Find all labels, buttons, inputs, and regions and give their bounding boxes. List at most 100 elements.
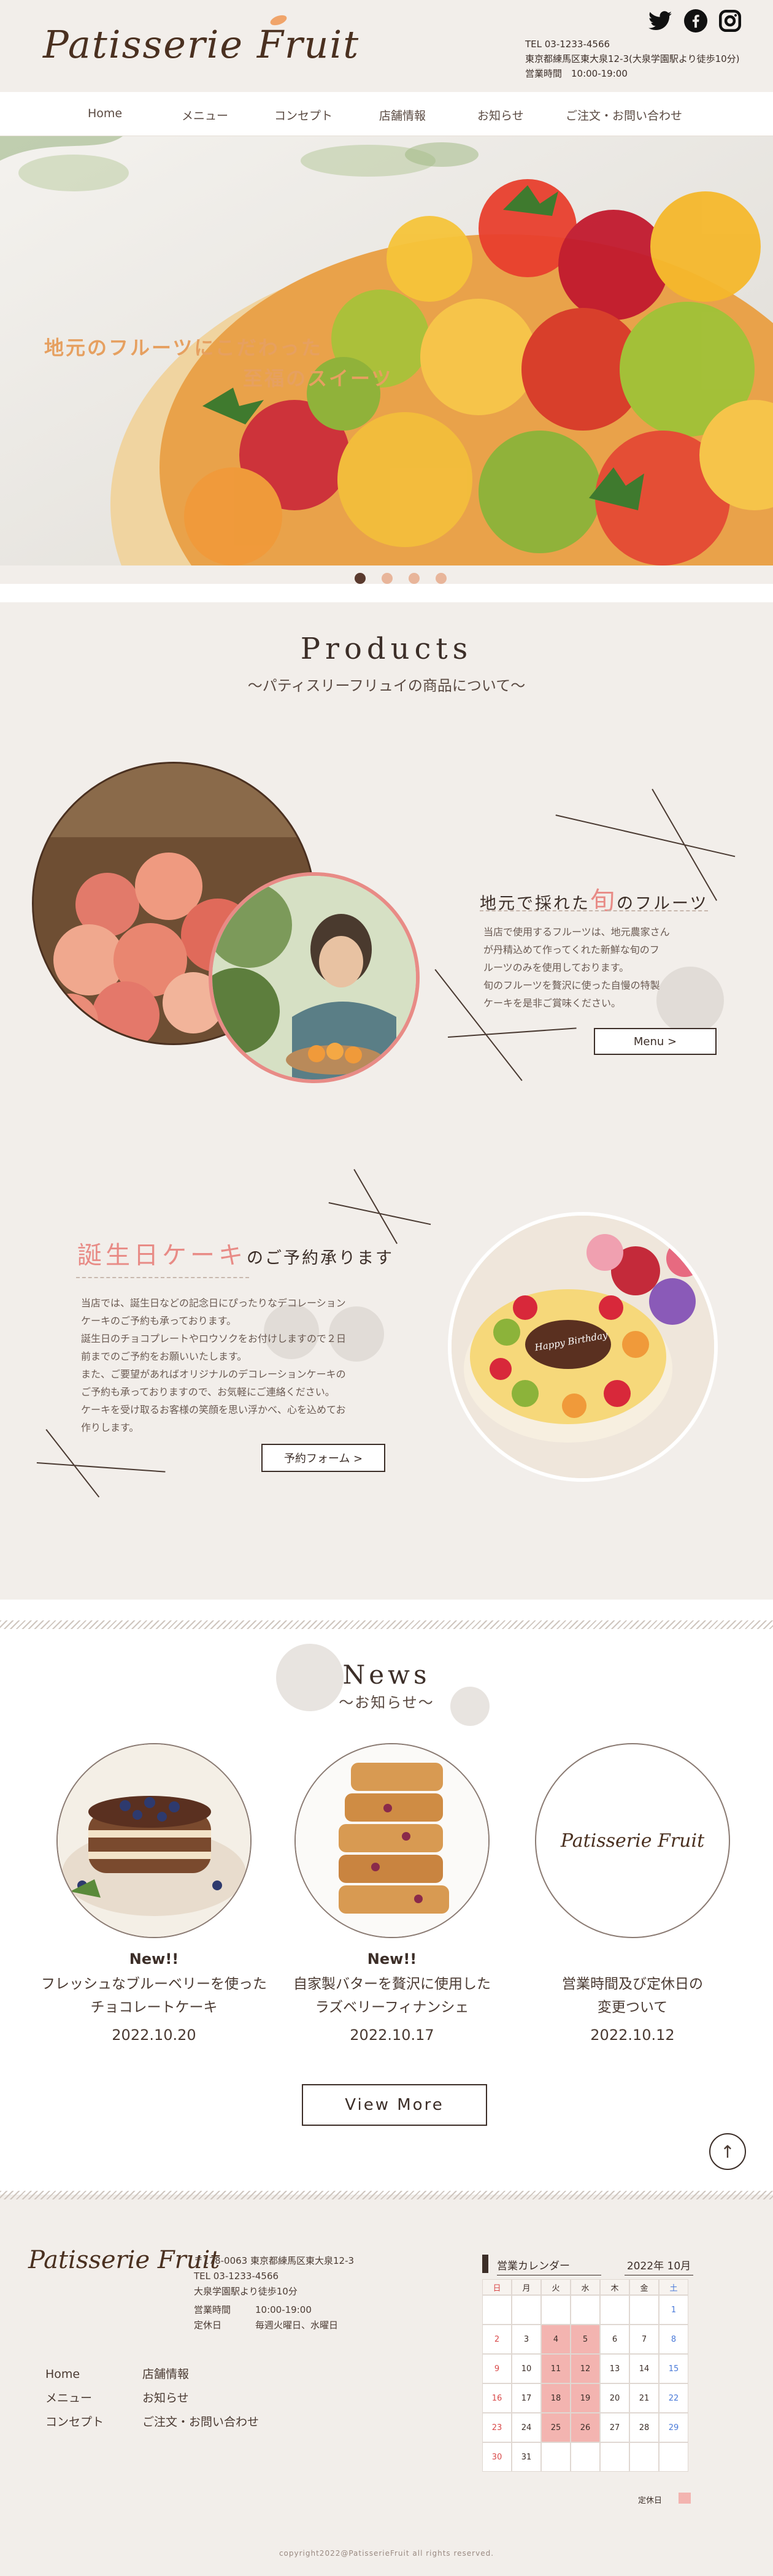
instagram-icon[interactable]	[718, 9, 742, 33]
reservation-form-button[interactable]: 予約フォーム >	[261, 1444, 385, 1472]
nav-contact[interactable]: ご注文・お問い合わせ	[566, 107, 682, 123]
back-to-top-button[interactable]: ↑	[709, 2133, 746, 2170]
slide-dot-2[interactable]	[382, 573, 393, 584]
calendar-day: 5	[571, 2325, 600, 2354]
news-image-chocolate-cake[interactable]	[56, 1743, 252, 1938]
calendar-legend-swatch	[679, 2493, 691, 2504]
twitter-icon[interactable]	[648, 9, 672, 33]
block1-body-line: 当店で使用するフルーツは、地元農家さん	[483, 926, 670, 938]
footer-closed: 毎週火曜日、水曜日	[255, 2320, 339, 2331]
footer-closed-label: 定休日	[194, 2320, 222, 2331]
calendar-weekday: 月	[512, 2279, 541, 2295]
slide-dot-4[interactable]	[436, 573, 447, 584]
calendar-legend-label: 定休日	[638, 2496, 663, 2505]
calendar-day: 26	[571, 2413, 600, 2442]
news-subtitle: 〜お知らせ〜	[339, 1694, 434, 1711]
calendar-title: 営業カレンダー	[497, 2257, 601, 2275]
news-badge: New!!	[367, 1950, 417, 1968]
news-image-logo[interactable]: Patisserie Fruit	[535, 1743, 730, 1938]
block2-body: 当店では、誕生日などの記念日にぴったりなデコレーション ケーキのご予約も承ってお…	[81, 1294, 346, 1436]
calendar-day	[541, 2295, 571, 2325]
nav-menu[interactable]: メニュー	[182, 107, 228, 123]
news-title-line2: 変更ついて	[597, 1999, 668, 2015]
hero-catchcopy-2: 至福のスイーツ	[243, 367, 393, 390]
news-link[interactable]: 自家製バターを贅沢に使用した ラズベリーフィナンシェ	[270, 1972, 514, 2019]
calendar-day	[571, 2442, 600, 2472]
news-title-line2: ラズベリーフィナンシェ	[315, 1999, 469, 2015]
block1-body-line: ルーツのみを使用しております。	[483, 962, 629, 973]
header-address: 東京都練馬区東大泉12-3(大泉学園駅より徒歩10分)	[525, 53, 740, 64]
footer-logo[interactable]: Patisserie Fruit	[28, 2246, 220, 2274]
calendar-day: 18	[541, 2383, 571, 2413]
footer-tel: TEL 03-1233-4566	[194, 2271, 279, 2282]
stripe-divider	[0, 1620, 773, 1629]
nav-concept[interactable]: コンセプト	[274, 107, 333, 123]
footer-link-concept[interactable]: コンセプト	[45, 2410, 104, 2434]
news-logo-text: Patisserie Fruit	[560, 1830, 705, 1852]
header-contact: TEL 03-1233-4566 東京都練馬区東大泉12-3(大泉学園駅より徒歩…	[525, 37, 740, 81]
block2-body-line: ケーキを受け取るお客様の笑顔を思い浮かべ、心を込めてお	[81, 1404, 346, 1416]
calendar-day: 24	[512, 2413, 541, 2442]
footer-link-home[interactable]: Home	[45, 2363, 104, 2386]
footer-postal: 〒178-0063 東京都練馬区東大泉12-3	[194, 2255, 355, 2266]
footer-links-col2: 店舗情報 お知らせ ご注文・お問い合わせ	[142, 2363, 259, 2434]
footer-link-contact[interactable]: ご注文・お問い合わせ	[142, 2410, 259, 2434]
calendar-day: 9	[482, 2354, 512, 2383]
calendar-weekday: 金	[629, 2279, 659, 2295]
calendar-day: 4	[541, 2325, 571, 2354]
farmer-image	[209, 872, 420, 1083]
block2-body-line: ご予約も承っておりますので、お気軽にご連絡ください。	[81, 1386, 335, 1398]
block2-heading: 誕生日ケーキのご予約承ります	[77, 1235, 394, 1271]
news-link[interactable]: 営業時間及び定休日の 変更ついて	[510, 1972, 755, 2019]
nav-home[interactable]: Home	[88, 107, 122, 120]
calendar-day	[512, 2295, 541, 2325]
footer-link-store-info[interactable]: 店舗情報	[142, 2363, 259, 2386]
calendar-weekday: 水	[571, 2279, 600, 2295]
calendar-weekday: 日	[482, 2279, 512, 2295]
slide-dot-3[interactable]	[409, 573, 420, 584]
calendar-day: 21	[629, 2383, 659, 2413]
footer-access: 大泉学園駅より徒歩10分	[194, 2286, 298, 2297]
footer-hours-label: 営業時間	[194, 2304, 231, 2315]
site-logo[interactable]: Patisserie Fruit	[43, 22, 360, 67]
news-title-line2: チョコレートケーキ	[90, 1999, 218, 2015]
calendar-day: 31	[512, 2442, 541, 2472]
nav-news[interactable]: お知らせ	[477, 107, 524, 123]
calendar-day: 8	[659, 2325, 688, 2354]
news-title-line1: 営業時間及び定休日の	[562, 1976, 703, 1992]
calendar-day: 27	[600, 2413, 629, 2442]
news-image-financier[interactable]	[294, 1743, 490, 1938]
footer-links-col1: Home メニュー コンセプト	[45, 2363, 104, 2434]
block1-divider	[480, 910, 708, 911]
global-nav: Home メニュー コンセプト 店舗情報 お知らせ ご注文・お問い合わせ	[0, 92, 773, 136]
calendar-day: 1	[659, 2295, 688, 2325]
calendar-day: 15	[659, 2354, 688, 2383]
products-title: Products	[300, 632, 473, 666]
nav-store-info[interactable]: 店舗情報	[379, 107, 426, 123]
menu-button[interactable]: Menu >	[594, 1028, 717, 1055]
block2-body-line: 前までのご予約をお願いいたします。	[81, 1351, 247, 1362]
footer-hours: 10:00-19:00	[255, 2304, 312, 2315]
view-more-button[interactable]: View More	[302, 2084, 487, 2126]
calendar-day	[482, 2295, 512, 2325]
footer-link-menu[interactable]: メニュー	[45, 2386, 104, 2410]
block2-body-line: また、ご要望があればオリジナルのデコレーションケーキの	[81, 1368, 346, 1380]
footer-address: 〒178-0063 東京都練馬区東大泉12-3 TEL 03-1233-4566…	[194, 2253, 354, 2299]
news-link[interactable]: フレッシュなブルーベリーを使った チョコレートケーキ	[32, 1972, 276, 2019]
footer-link-news[interactable]: お知らせ	[142, 2386, 259, 2410]
calendar-day: 17	[512, 2383, 541, 2413]
calendar-weekday: 木	[600, 2279, 629, 2295]
facebook-icon[interactable]	[683, 9, 708, 33]
slide-dot-1[interactable]	[355, 573, 366, 584]
news-title-line1: 自家製バターを贅沢に使用した	[293, 1976, 491, 1992]
news-date: 2022.10.12	[590, 2026, 675, 2044]
calendar-day	[629, 2295, 659, 2325]
calendar-day	[600, 2442, 629, 2472]
calendar-day: 12	[571, 2354, 600, 2383]
calendar-day	[571, 2295, 600, 2325]
hero-slider[interactable]: 地元のフルーツにこだわった 至福のスイーツ	[0, 136, 773, 565]
block2-body-line: ケーキのご予約も承っております。	[81, 1315, 237, 1327]
calendar-day: 2	[482, 2325, 512, 2354]
site-header: Patisserie Fruit TEL 03-1233-4566 東京都練馬区…	[0, 0, 773, 92]
news-date: 2022.10.17	[350, 2026, 434, 2044]
